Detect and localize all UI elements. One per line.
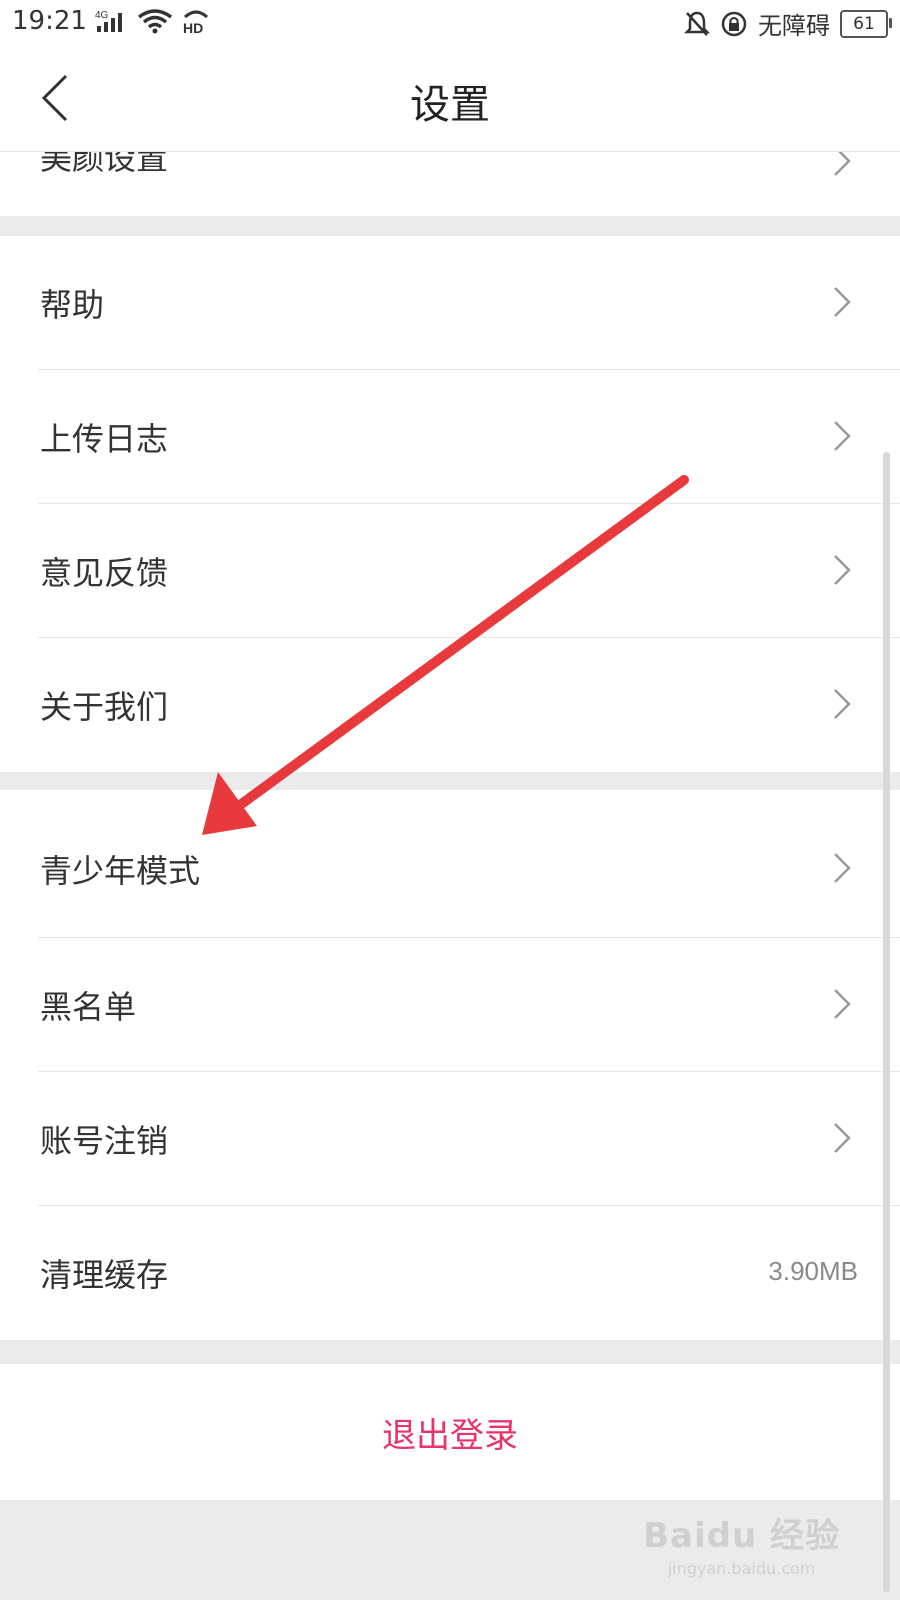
chevron-right-icon — [834, 555, 851, 585]
watermark-main: Baidu 经验 — [643, 1516, 840, 1556]
accessibility-label: 无障碍 — [758, 12, 830, 40]
settings-row-upload-log[interactable]: 上传日志 — [0, 370, 900, 504]
settings-section-support: 帮助 上传日志 意见反馈 关于我们 — [0, 236, 900, 772]
chevron-right-icon — [834, 287, 851, 317]
settings-row-label: 上传日志 — [40, 420, 169, 458]
bell-muted-icon — [684, 9, 710, 39]
watermark-sub: jingyan.baidu.com — [667, 1559, 816, 1578]
logout-button[interactable]: 退出登录 — [0, 1408, 900, 1457]
settings-row-label: 清理缓存 — [40, 1256, 169, 1294]
status-right: 无障碍 61 — [684, 6, 892, 41]
cellular-signal-icon: 4G — [95, 6, 129, 36]
settings-screen: 19:21 4G HD 无障碍 61 设置 美颜设置 帮助 上传日志 意见反馈 … — [0, 0, 900, 1600]
settings-row-help[interactable]: 帮助 — [0, 236, 900, 370]
settings-row-feedback[interactable]: 意见反馈 — [0, 504, 900, 638]
hd-icon: HD — [181, 6, 211, 36]
settings-row-label: 意见反馈 — [40, 554, 169, 592]
settings-row-clear-cache[interactable]: 清理缓存 3.90MB — [0, 1206, 900, 1340]
status-bar: 19:21 4G HD 无障碍 61 — [0, 0, 900, 46]
settings-row-label: 账号注销 — [40, 1122, 169, 1160]
battery-icon: 61 — [840, 9, 892, 38]
settings-section-account: 青少年模式 黑名单 账号注销 清理缓存 3.90MB — [0, 790, 900, 1340]
settings-row-beauty[interactable]: 美颜设置 — [0, 151, 900, 216]
status-time: 19:21 — [12, 6, 87, 36]
rotation-lock-icon — [720, 9, 748, 39]
scrollbar[interactable] — [883, 452, 890, 1592]
status-left: 19:21 4G HD — [12, 6, 211, 36]
settings-row-blacklist[interactable]: 黑名单 — [0, 938, 900, 1072]
chevron-right-icon — [834, 421, 851, 451]
svg-text:HD: HD — [183, 20, 203, 35]
settings-row-label: 美颜设置 — [40, 151, 169, 177]
settings-row-label: 黑名单 — [40, 988, 137, 1026]
settings-row-label: 关于我们 — [40, 688, 169, 726]
navigation-header: 设置 — [0, 46, 900, 152]
battery-level: 61 — [853, 13, 875, 34]
chevron-right-icon — [834, 853, 851, 883]
watermark-logo: Baidu 经验 jingyan.baidu.com — [643, 1508, 840, 1578]
svg-text:4G: 4G — [95, 10, 109, 21]
cache-size-value: 3.90MB — [768, 1256, 858, 1286]
page-title: 设置 — [410, 82, 490, 128]
chevron-right-icon — [834, 1123, 851, 1153]
chevron-right-icon — [834, 689, 851, 719]
settings-row-about[interactable]: 关于我们 — [0, 638, 900, 772]
settings-row-label: 帮助 — [40, 286, 105, 324]
chevron-right-icon — [834, 989, 851, 1019]
wifi-icon — [137, 6, 173, 36]
chevron-right-icon — [834, 151, 851, 176]
settings-row-label: 青少年模式 — [40, 852, 201, 890]
settings-row-delete-account[interactable]: 账号注销 — [0, 1072, 900, 1206]
settings-row-teen-mode[interactable]: 青少年模式 — [0, 790, 900, 938]
logout-section: 退出登录 — [0, 1364, 900, 1500]
